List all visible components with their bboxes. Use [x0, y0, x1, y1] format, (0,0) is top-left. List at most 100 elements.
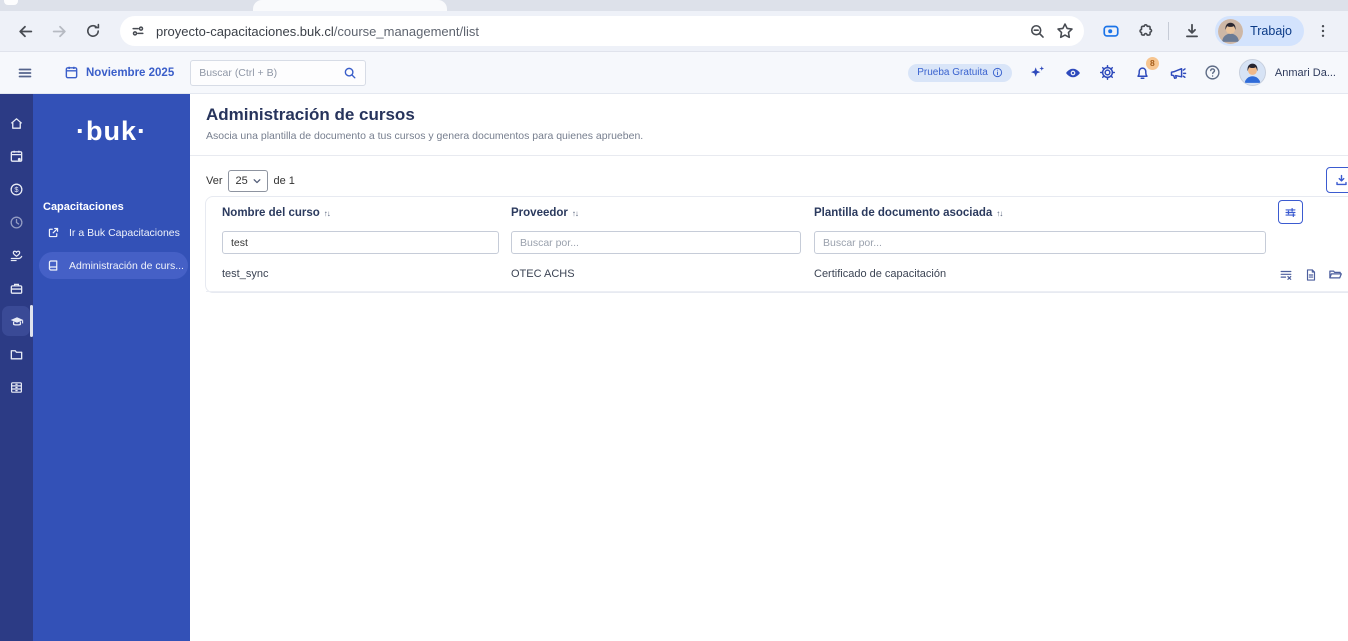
address-bar[interactable]: proyecto-capacitaciones.buk.cl/course_ma…	[120, 16, 1085, 46]
hamburger-icon	[17, 65, 33, 81]
page-size-value: 25	[235, 175, 248, 187]
rail-item-payroll[interactable]: $	[0, 173, 33, 206]
eye-icon	[1064, 64, 1082, 82]
export-download-button[interactable]	[1326, 167, 1348, 193]
rail-item-home[interactable]	[0, 107, 33, 140]
extensions-button[interactable]	[1130, 16, 1160, 46]
active-browser-tab[interactable]	[253, 0, 447, 11]
sparkle-icon	[1029, 64, 1046, 81]
downloads-button[interactable]	[1177, 16, 1207, 46]
calendar-icon	[9, 149, 24, 164]
help-icon	[1204, 64, 1221, 81]
chevron-down-icon	[252, 176, 262, 186]
external-link-icon	[47, 226, 60, 239]
remove-association-button[interactable]	[1278, 267, 1293, 282]
sidebar-item-label: Ir a Buk Capacitaciones	[69, 226, 180, 239]
archive-icon	[9, 380, 24, 395]
download-tray-icon	[1334, 173, 1348, 188]
sidebar-item-administracion-de-cursos[interactable]: Administración de curs...	[39, 252, 188, 279]
rail-item-archive[interactable]	[0, 371, 33, 404]
megaphone-icon	[1169, 64, 1187, 82]
page-title: Administración de cursos	[206, 105, 415, 124]
table-row[interactable]: test_sync OTEC ACHS Certificado de capac…	[206, 259, 1348, 292]
rail-item-training[interactable]	[0, 305, 33, 338]
of-label: de 1	[273, 175, 295, 187]
sort-icon[interactable]: ↑↓	[996, 209, 1003, 218]
sidebar-item-ir-a-buk-capacitaciones[interactable]: Ir a Buk Capacitaciones	[39, 219, 188, 246]
folder-open-icon	[1328, 267, 1343, 282]
generate-document-button[interactable]	[1303, 267, 1318, 282]
folder-icon	[9, 347, 24, 362]
app-topbar: Noviembre 2025 Prueba Gratuita 8 Anma	[0, 52, 1348, 94]
briefcase-icon	[9, 281, 24, 296]
announcements-button[interactable]	[1169, 64, 1187, 82]
reload-button[interactable]	[78, 16, 108, 46]
rail-item-benefits[interactable]	[0, 239, 33, 272]
list-x-icon	[1279, 268, 1293, 282]
forward-icon	[51, 23, 68, 40]
sort-icon[interactable]: ↑↓	[572, 209, 579, 218]
user-name[interactable]: Anmari Da...	[1275, 67, 1336, 79]
pagination-row: Ver 25 de 1	[206, 167, 1348, 193]
back-button[interactable]	[10, 16, 40, 46]
main-content: Administración de cursos Asocia una plan…	[190, 94, 1348, 641]
assistant-button[interactable]	[1029, 64, 1047, 82]
cell-proveedor: OTEC ACHS	[511, 268, 575, 280]
site-settings-icon[interactable]	[130, 23, 146, 39]
user-avatar[interactable]	[1238, 59, 1266, 86]
media-control-icon	[1102, 22, 1120, 40]
rail-item-calendar[interactable]	[0, 140, 33, 173]
sort-icon[interactable]: ↑↓	[324, 209, 331, 218]
buk-logo: ·buk·	[76, 116, 147, 146]
bookmark-star-icon[interactable]	[1056, 22, 1074, 40]
browser-menu-button[interactable]	[1308, 16, 1338, 46]
view-documents-button[interactable]	[1328, 267, 1343, 282]
reload-icon	[85, 23, 101, 39]
clock-icon	[9, 215, 24, 230]
money-icon: $	[9, 182, 24, 197]
visibility-button[interactable]	[1064, 64, 1082, 82]
sidebar-item-label: Administración de curs...	[69, 259, 184, 272]
column-header-nombre[interactable]: Nombre del curso ↑↓	[222, 207, 331, 219]
rail-item-talent[interactable]	[0, 272, 33, 305]
forward-button[interactable]	[44, 16, 74, 46]
row-actions	[1278, 267, 1343, 282]
sidebar-toggle-button[interactable]	[12, 60, 38, 86]
global-search-input[interactable]	[199, 66, 344, 79]
page-size-select[interactable]: 25	[227, 170, 268, 192]
settings-button[interactable]	[1099, 64, 1117, 82]
info-icon	[992, 67, 1003, 78]
document-icon	[1304, 268, 1318, 282]
sidebar-section-title: Capacitaciones	[43, 201, 124, 213]
period-label: Noviembre 2025	[86, 66, 175, 79]
trial-badge[interactable]: Prueba Gratuita	[908, 63, 1012, 82]
media-controls-button[interactable]	[1096, 16, 1126, 46]
cell-plantilla: Certificado de capacitación	[814, 268, 947, 280]
column-header-proveedor[interactable]: Proveedor ↑↓	[511, 207, 579, 219]
url-text: proyecto-capacitaciones.buk.cl/course_ma…	[156, 23, 480, 39]
header-divider	[190, 155, 1348, 156]
graduation-cap-icon	[9, 314, 25, 330]
page-subtitle: Asocia una plantilla de documento a tus …	[206, 130, 644, 142]
gear-icon	[1099, 64, 1116, 81]
rail-item-time[interactable]	[0, 206, 33, 239]
global-search[interactable]	[190, 59, 367, 86]
search-icon[interactable]	[343, 66, 357, 80]
column-header-plantilla[interactable]: Plantilla de documento asociada ↑↓	[814, 207, 1003, 219]
notifications-button[interactable]: 8	[1134, 56, 1159, 82]
ver-label: Ver	[206, 175, 223, 187]
rail-item-documents[interactable]	[0, 338, 33, 371]
browser-profile-avatar	[1218, 18, 1244, 44]
filter-plantilla-input[interactable]	[814, 231, 1266, 254]
column-settings-button[interactable]	[1278, 200, 1303, 224]
browser-toolbar: proyecto-capacitaciones.buk.cl/course_ma…	[0, 11, 1348, 52]
period-selector[interactable]: Noviembre 2025	[64, 65, 174, 80]
browser-profile-button[interactable]: Trabajo	[1215, 16, 1304, 46]
zoom-out-icon[interactable]	[1029, 23, 1046, 40]
filter-nombre-input[interactable]	[222, 231, 499, 254]
notification-count-badge: 8	[1145, 56, 1159, 70]
help-button[interactable]	[1204, 64, 1222, 82]
home-icon	[9, 116, 24, 131]
tab-fragment	[4, 0, 18, 5]
filter-proveedor-input[interactable]	[511, 231, 801, 254]
